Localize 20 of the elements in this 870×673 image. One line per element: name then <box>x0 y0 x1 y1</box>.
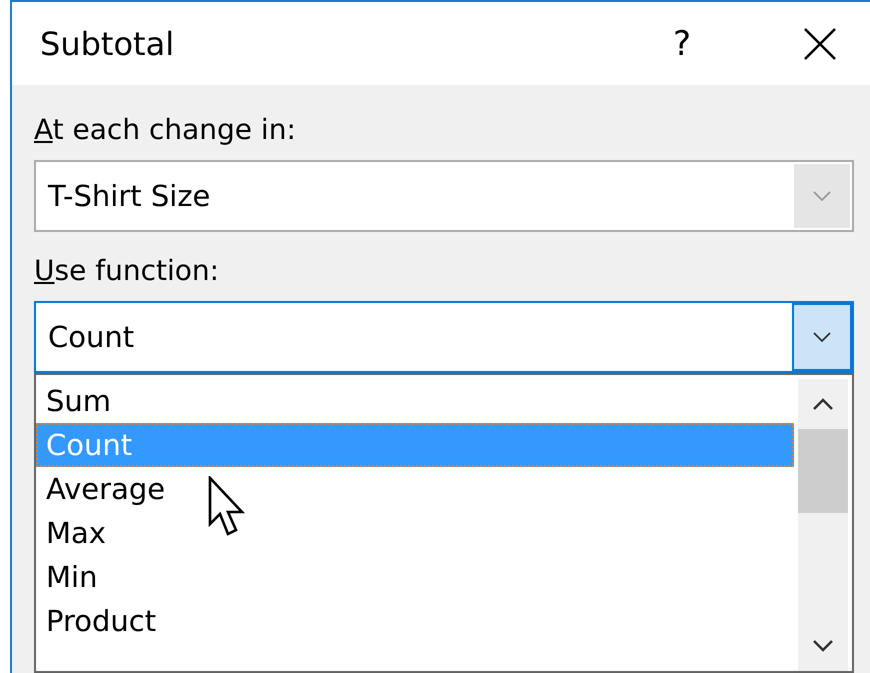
list-item[interactable]: Product <box>36 599 794 643</box>
dropdown-button[interactable] <box>794 164 850 228</box>
scroll-down-icon <box>812 639 834 653</box>
dropdown-field[interactable]: T-Shirt Size <box>34 160 854 232</box>
dropdown-field[interactable]: Count <box>34 301 854 373</box>
close-icon <box>803 26 837 60</box>
list-item[interactable]: Max <box>36 511 794 555</box>
list-item[interactable]: Average <box>36 467 794 511</box>
scroll-thumb[interactable] <box>798 429 848 513</box>
chevron-down-icon <box>812 331 832 343</box>
field-label: Use function: <box>34 254 220 287</box>
dropdown-button[interactable] <box>794 305 850 369</box>
list-item[interactable]: Min <box>36 555 794 599</box>
help-button[interactable]: ? <box>652 14 712 74</box>
scrollbar[interactable] <box>798 379 848 671</box>
scroll-up-icon <box>812 397 834 411</box>
window-title: Subtotal <box>40 24 176 62</box>
list-item[interactable]: Sum <box>36 379 794 423</box>
field-label: At each change in: <box>34 113 296 146</box>
chevron-down-icon <box>812 190 832 202</box>
